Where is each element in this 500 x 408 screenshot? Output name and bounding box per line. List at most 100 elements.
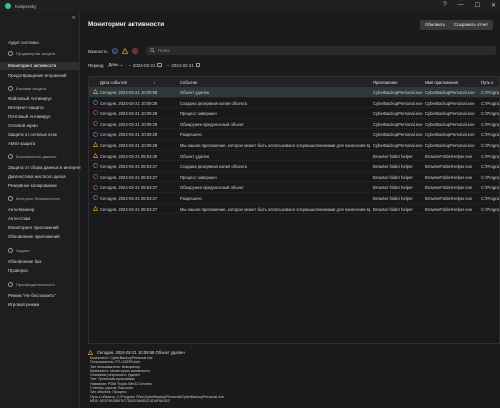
danger-icon — [93, 174, 98, 179]
cell-path: C:\Progra — [481, 185, 499, 191]
section-label: Базовая защита — [16, 86, 46, 91]
danger-icon — [93, 184, 98, 190]
event-details: Сегодня, 2024-02-21 10:09:58 Объект удал… — [88, 348, 500, 408]
cell-path: C:\Progra — [481, 164, 499, 170]
cell-app: Browser folder helper — [373, 153, 413, 159]
sidebar-section-basic[interactable]: Базовая защита — [8, 86, 46, 91]
cell-app-name: CyberBackupPersonal.exe — [425, 100, 475, 106]
sidebar-item-disk-diagnostics[interactable]: Диагностика жесткого диска — [8, 174, 66, 179]
sidebar-item-anti-spam[interactable]: Анти-Спам — [8, 216, 30, 221]
cell-app: CyberBackupPersonal.exe — [373, 121, 423, 127]
page-title: Мониторинг активности — [88, 21, 165, 28]
maximize-icon[interactable]: ☐ — [475, 2, 480, 9]
danger-filter-icon[interactable] — [131, 48, 138, 54]
table-row[interactable]: Сегодня, 2024-02-21 09:53:27 Создана резе… — [89, 161, 499, 172]
table-row[interactable]: Сегодня, 2024-02-21 10:09:58 Объект удале… — [89, 87, 499, 98]
col-event[interactable]: Событие — [180, 80, 197, 85]
table-row[interactable]: Сегодня, 2024-02-21 09:53:49 Объект удале… — [89, 151, 499, 162]
table-row[interactable]: Сегодня, 2024-02-21 09:53:27 Мы нашли при… — [89, 204, 499, 215]
table-row[interactable]: Сегодня, 2024-02-21 10:09:29 Разрешено Cyb… — [89, 129, 499, 140]
details-title: Сегодня, 2024-02-21 10:09:58 Объект удал… — [88, 348, 500, 356]
calendar-icon[interactable] — [195, 62, 201, 68]
cell-app: CyberBackupPersonal.exe — [373, 132, 423, 138]
info-filter-icon[interactable] — [111, 48, 118, 54]
cell-app-name: CyberBackupPersonal.exe — [425, 111, 475, 117]
close-icon[interactable]: ✕ — [491, 2, 496, 9]
sidebar-item-anti-banner[interactable]: Анти-Баннер — [8, 207, 34, 212]
sidebar-item-app-update[interactable]: Обновление приложений — [8, 234, 60, 239]
table-header: Дата события ↓ Событие Приложение Имя пр… — [89, 77, 499, 87]
calendar-icon[interactable] — [157, 62, 162, 68]
dash: – — [128, 62, 131, 68]
col-app[interactable]: Приложение — [373, 80, 398, 85]
sidebar-item-firewall[interactable]: Сетевой экран — [8, 123, 38, 128]
period-select[interactable]: День ⌄ — [108, 62, 123, 68]
sidebar-section-performance[interactable]: Производительность — [8, 282, 55, 287]
info-icon — [93, 100, 98, 105]
cell-app: Browser folder helper — [373, 195, 413, 201]
save-report-button[interactable]: Сохранить отчет — [449, 20, 493, 30]
sidebar-section-security-control[interactable]: Контроль безопасности — [8, 196, 60, 201]
sidebar-item-scan[interactable]: Проверка — [8, 268, 28, 273]
col-path[interactable]: Путь к — [481, 80, 493, 85]
col-app-name[interactable]: Имя приложения — [425, 80, 458, 85]
title-bar: Kaspersky ? — ☐ ✕ — [0, 0, 500, 12]
sidebar-item-amsi[interactable]: AMSI-защита — [8, 141, 35, 146]
warning-icon — [93, 89, 98, 95]
sidebar-item-data-collection[interactable]: Защита от сбора данных в интернете — [8, 165, 84, 170]
sidebar-section-data-security[interactable]: Безопасность данных — [8, 154, 56, 159]
detail-line: MD5: 4E2F9A0B6F3C7D81E5A0B2C4D6F8A1B3 — [90, 398, 170, 403]
date-to-field[interactable]: –2024-02-21 — [167, 62, 201, 68]
table-row[interactable]: Сегодня, 2024-02-21 09:53:27 Процесс заве… — [89, 172, 499, 183]
sidebar-item-game-mode[interactable]: Игровой режим — [8, 302, 39, 307]
sidebar-item-app-monitor[interactable]: Мониторинг приложений — [8, 225, 59, 230]
lock-icon — [8, 154, 13, 159]
table-row[interactable]: Сегодня, 2024-02-21 10:09:29 Обнаружен вр… — [89, 119, 499, 130]
sidebar-item-db-update[interactable]: Обновление баз — [8, 259, 41, 264]
sidebar-item-do-not-disturb[interactable]: Режим "Не беспокоить" — [8, 293, 56, 298]
cell-path: C:\Progra — [481, 132, 499, 138]
table-row[interactable]: Сегодня, 2024-02-21 10:09:29 Создана резе… — [89, 98, 499, 109]
table-row[interactable]: Сегодня, 2024-02-21 10:09:29 Мы нашли при… — [89, 140, 499, 151]
cell-path: C:\Progra — [481, 121, 499, 127]
table-row[interactable]: Сегодня, 2024-02-21 09:53:27 Обнаружен вр… — [89, 182, 499, 193]
sidebar-item-backup[interactable]: Резервное копирование — [8, 183, 57, 188]
info-icon — [93, 131, 98, 137]
events-table: Дата события ↓ Событие Приложение Имя пр… — [88, 76, 500, 344]
collapse-sidebar-icon[interactable]: « — [72, 15, 75, 21]
table-row[interactable]: Сегодня, 2024-02-21 10:09:29 Процесс заве… — [89, 108, 499, 119]
gauge-icon — [8, 282, 13, 287]
minimize-icon[interactable]: — — [458, 2, 464, 9]
sidebar-item-intrusion-prevention[interactable]: Предотвращение вторжений — [8, 73, 66, 78]
date-from-field[interactable]: –2024-02-21 — [128, 62, 162, 68]
cell-date: Сегодня, 2024-02-21 10:09:29 — [100, 121, 158, 127]
sidebar-item-mail-av[interactable]: Почтовый Антивирус — [8, 114, 51, 119]
period-label: Период — [88, 62, 104, 68]
section-label: Продвинутая защита — [16, 51, 56, 56]
sidebar-item-web-protection[interactable]: Интернет-защита — [8, 105, 44, 110]
update-button[interactable]: Обновить — [420, 20, 450, 30]
cell-event: Создана резервная копия объекта — [180, 164, 247, 170]
sidebar-item-file-av[interactable]: Файловый Антивирус — [8, 96, 52, 101]
section-label: Контроль безопасности — [16, 196, 60, 201]
cell-app: CyberBackupPersonal.exe — [373, 111, 423, 117]
warning-filter-icon[interactable] — [121, 48, 128, 54]
info-icon — [93, 163, 98, 169]
help-icon[interactable]: ? — [443, 2, 446, 9]
cell-app-name: CyberBackupPersonal.exe — [425, 132, 475, 138]
cell-app: CyberBackupPersonal.exe — [373, 100, 423, 106]
sort-arrow-icon[interactable]: ↓ — [153, 80, 155, 85]
details-title-text: Сегодня, 2024-02-21 10:09:58 Объект удал… — [97, 349, 185, 355]
col-date[interactable]: Дата события — [100, 80, 127, 85]
sidebar-section-tasks[interactable]: Задачи — [8, 248, 29, 253]
cell-date: Сегодня, 2024-02-21 09:53:27 — [100, 185, 158, 191]
sidebar-section-advanced[interactable]: Продвинутая защита — [8, 51, 55, 56]
sidebar-item-activity-monitor[interactable]: Мониторинг активности — [0, 62, 79, 70]
sidebar-item-system-audit[interactable]: Аудит системы — [8, 40, 39, 45]
cell-app-name: BrowserFolderHelper.exe — [425, 153, 473, 159]
section-label: Задачи — [16, 248, 30, 253]
table-row[interactable]: Сегодня, 2024-02-21 09:53:27 Разрешено Bro… — [89, 193, 499, 204]
cell-event: Разрешено — [180, 132, 202, 138]
sidebar-item-network-attack[interactable]: Защита от сетевых атак — [8, 132, 57, 137]
search-input[interactable]: Поиск — [146, 46, 496, 55]
